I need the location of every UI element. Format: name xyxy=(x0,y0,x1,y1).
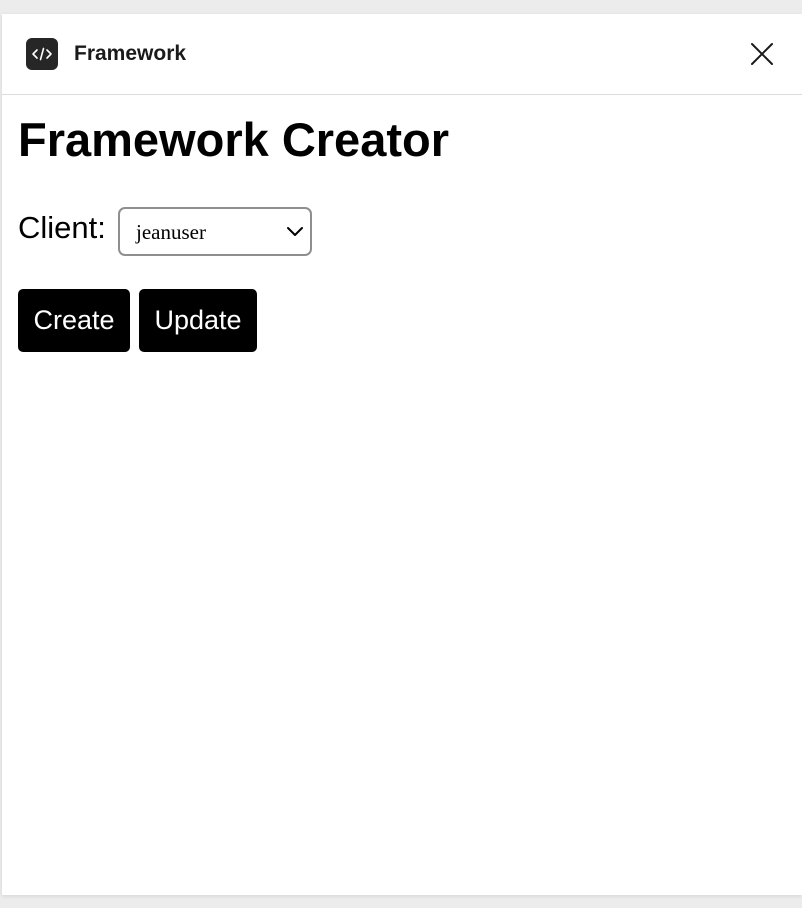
close-icon xyxy=(751,43,773,65)
dialog-titlebar: Framework xyxy=(2,14,802,95)
dialog-title: Framework xyxy=(74,42,187,65)
client-label: Client: xyxy=(18,210,106,245)
code-icon xyxy=(26,38,58,70)
page-title: Framework Creator xyxy=(18,113,449,166)
create-button[interactable]: Create xyxy=(18,289,130,352)
client-select-value: jeanuser xyxy=(136,220,206,244)
chevron-down-icon xyxy=(287,227,303,236)
framework-dialog: Framework Framework Creator Client: jean… xyxy=(2,14,802,895)
close-button[interactable] xyxy=(746,38,778,70)
client-select[interactable]: jeanuser xyxy=(118,207,312,256)
update-button[interactable]: Update xyxy=(139,289,257,352)
